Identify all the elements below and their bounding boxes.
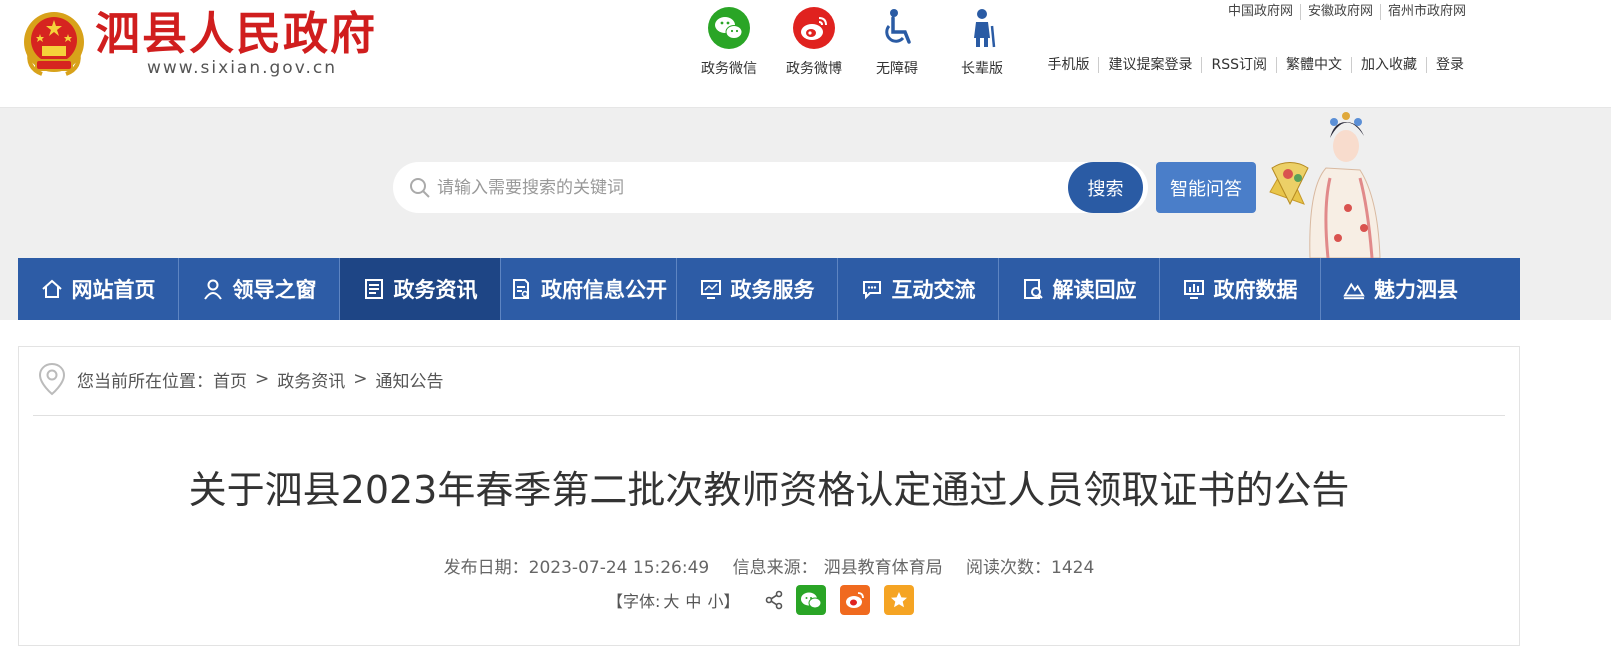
quick-link-label: 无障碍: [876, 61, 918, 77]
breadcrumb: 您当前所在位置： 首页 > 政务资讯 > 通知公告: [37, 361, 444, 397]
nav-item-label: 网站首页: [71, 278, 156, 302]
monitor-icon: [700, 278, 722, 300]
main-nav: 网站首页 领导之窗 政务资讯 政府信息公开 政务服务 互动交流 解读回应 政府数…: [18, 258, 1520, 320]
nav-item-interpretation[interactable]: 解读回应: [999, 258, 1160, 320]
search-box: [393, 162, 1148, 213]
info-source-value: 泗县教育体育局: [823, 558, 943, 578]
nav-item-label: 魅力泗县: [1374, 278, 1458, 302]
top-link-gov-cn[interactable]: 中国政府网: [1221, 4, 1300, 20]
share-favorite-button[interactable]: [884, 585, 915, 615]
star-icon: [891, 592, 908, 608]
read-icon: [1022, 278, 1044, 300]
nav-item-services[interactable]: 政务服务: [677, 258, 838, 320]
nav-item-interaction[interactable]: 互动交流: [838, 258, 999, 320]
breadcrumb-separator: >: [353, 369, 368, 389]
divider: [33, 415, 1505, 416]
nav-item-label: 政府信息公开: [541, 278, 667, 302]
quick-link-weibo[interactable]: 政务微博: [774, 6, 854, 78]
opera-figure-illustration: [1269, 112, 1381, 258]
share-weibo-button[interactable]: [840, 585, 871, 615]
share-icon[interactable]: [764, 590, 784, 610]
breadcrumb-separator: >: [255, 369, 270, 389]
wechat-icon: [707, 6, 751, 50]
nav-item-label: 互动交流: [891, 278, 976, 302]
article-panel: 您当前所在位置： 首页 > 政务资讯 > 通知公告 关于泗县2023年春季第二批…: [18, 346, 1520, 646]
nav-item-news[interactable]: 政务资讯: [340, 258, 501, 320]
add-favorite-link[interactable]: 加入收藏: [1351, 57, 1426, 73]
utility-links: 手机版 建议提案登录 RSS订阅 繁體中文 加入收藏 登录: [1038, 57, 1473, 73]
quick-link-label: 长辈版: [961, 61, 1003, 77]
top-links: 中国政府网 安徽政府网 宿州市政府网: [1221, 4, 1473, 20]
wheelchair-icon: [875, 6, 919, 50]
nav-item-home[interactable]: 网站首页: [18, 258, 179, 320]
site-domain: www.sixian.gov.cn: [147, 58, 337, 78]
quick-link-label: 政务微信: [701, 61, 757, 77]
publish-date: 发布日期：2023-07-24 15:26:49: [444, 558, 710, 578]
search-button[interactable]: 搜索: [1068, 162, 1143, 213]
nav-item-info-disclosure[interactable]: 政府信息公开: [501, 258, 677, 320]
quick-link-accessibility[interactable]: 无障碍: [857, 6, 937, 78]
font-size-medium[interactable]: 中: [685, 588, 701, 612]
person-icon: [202, 278, 224, 300]
breadcrumb-news[interactable]: 政务资讯: [277, 367, 345, 392]
weibo-icon: [846, 592, 865, 608]
publish-date-label: 发布日期：: [443, 558, 529, 578]
nav-item-label: 政府数据: [1213, 278, 1298, 302]
scenery-icon: [1343, 278, 1365, 300]
article-tools: 【字体: 大 中 小】: [607, 585, 915, 615]
font-size-large[interactable]: 大: [663, 588, 679, 612]
site-title[interactable]: 泗县人民政府: [95, 6, 377, 62]
top-link-anhui[interactable]: 安徽政府网: [1299, 4, 1380, 20]
nav-item-charm-sixian[interactable]: 魅力泗县: [1321, 258, 1480, 320]
view-count: 阅读次数：1424: [966, 558, 1094, 578]
login-link[interactable]: 登录: [1426, 57, 1473, 73]
info-source: 信息来源： 泗县教育体育局: [733, 558, 943, 578]
nav-item-leadership[interactable]: 领导之窗: [179, 258, 340, 320]
breadcrumb-notices[interactable]: 通知公告: [376, 367, 444, 392]
wechat-icon: [801, 592, 822, 609]
publish-date-value: 2023-07-24 15:26:49: [528, 558, 710, 578]
search-icon: [410, 178, 430, 198]
smart-qa-button[interactable]: 智能问答: [1156, 162, 1256, 213]
chat-icon: [861, 278, 883, 300]
elderly-icon: [960, 6, 1004, 50]
weibo-icon: [792, 6, 836, 50]
view-count-label: 阅读次数：: [966, 558, 1052, 578]
chart-icon: [1183, 278, 1205, 300]
quick-link-elderly[interactable]: 长辈版: [942, 6, 1022, 78]
location-pin-icon: [38, 362, 66, 396]
info-source-label: 信息来源：: [732, 558, 818, 578]
quick-link-label: 政务微博: [786, 61, 842, 77]
nav-item-label: 领导之窗: [232, 278, 317, 302]
nav-item-label: 解读回应: [1052, 278, 1137, 302]
search-input[interactable]: [435, 162, 1055, 213]
mobile-version-link[interactable]: 手机版: [1038, 57, 1098, 73]
rss-link[interactable]: RSS订阅: [1201, 57, 1276, 73]
view-count-value: 1424: [1051, 558, 1095, 578]
nav-item-label: 政务资讯: [393, 278, 478, 302]
site-header: 泗县人民政府 www.sixian.gov.cn 政务微信 政务微博 无障碍 长…: [0, 0, 1611, 108]
home-icon: [41, 278, 63, 300]
news-icon: [363, 278, 385, 300]
font-size-label: 【字体:: [607, 592, 661, 611]
proposal-login-link[interactable]: 建议提案登录: [1098, 57, 1201, 73]
breadcrumb-prefix: 您当前所在位置：: [77, 371, 213, 392]
share-wechat-button[interactable]: [796, 585, 827, 615]
font-size-small[interactable]: 小】: [707, 588, 739, 612]
national-emblem-logo: [24, 12, 84, 76]
article-title: 关于泗县2023年春季第二批次教师资格认定通过人员领取证书的公告: [188, 468, 1350, 512]
document-icon: [510, 278, 532, 300]
nav-item-label: 政务服务: [730, 278, 815, 302]
traditional-chinese-link[interactable]: 繁體中文: [1276, 57, 1351, 73]
top-link-suzhou[interactable]: 宿州市政府网: [1379, 4, 1473, 20]
nav-item-gov-data[interactable]: 政府数据: [1160, 258, 1321, 320]
quick-link-wechat[interactable]: 政务微信: [689, 6, 769, 78]
article-meta: 发布日期：2023-07-24 15:26:49 信息来源： 泗县教育体育局 阅读…: [19, 553, 1519, 578]
breadcrumb-home[interactable]: 首页: [213, 367, 247, 392]
